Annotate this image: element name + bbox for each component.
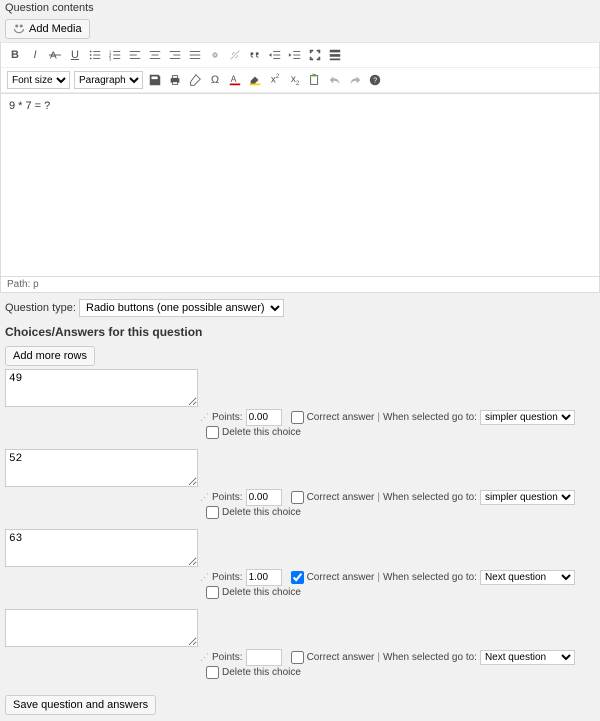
sub-icon[interactable]: x2: [286, 71, 304, 89]
paste-icon[interactable]: [306, 71, 324, 89]
delete-checkbox[interactable]: [206, 586, 219, 599]
choice-text[interactable]: [5, 449, 198, 487]
add-media-button[interactable]: Add Media: [5, 19, 90, 39]
add-media-label: Add Media: [29, 23, 82, 35]
delete-label: Delete this choice: [222, 507, 301, 518]
svg-text:?: ?: [373, 78, 377, 85]
qtype-select[interactable]: Radio buttons (one possible answer): [79, 299, 284, 317]
bold-icon[interactable]: B: [6, 46, 24, 64]
correct-checkbox[interactable]: [291, 571, 304, 584]
choices-heading: Choices/Answers for this question: [5, 325, 595, 339]
unlink-icon[interactable]: [226, 46, 244, 64]
text-color-icon[interactable]: A: [226, 71, 244, 89]
editor-toolbar: B I A U 123 Font size Paragraph Ω A: [0, 42, 600, 94]
ol-icon[interactable]: 123: [106, 46, 124, 64]
correct-label: Correct answer: [307, 412, 375, 423]
font-size-select[interactable]: Font size: [7, 71, 70, 89]
delete-label: Delete this choice: [222, 587, 301, 598]
points-input[interactable]: [246, 649, 282, 666]
svg-text:A: A: [50, 50, 57, 62]
points-label: Points:: [212, 572, 243, 583]
underline-icon[interactable]: U: [66, 46, 84, 64]
align-right-icon[interactable]: [166, 46, 184, 64]
goto-select[interactable]: Next question: [480, 650, 575, 665]
points-label: Points:: [212, 652, 243, 663]
goto-label: When selected go to:: [383, 572, 477, 583]
qtype-label: Question type:: [5, 302, 76, 314]
resize-handle-icon: ⋰: [200, 412, 209, 423]
choice-text[interactable]: [5, 529, 198, 567]
goto-select[interactable]: Next question: [480, 570, 575, 585]
choice-text[interactable]: [5, 369, 198, 407]
align-center-icon[interactable]: [146, 46, 164, 64]
section-label: Question contents: [5, 2, 600, 14]
add-rows-button[interactable]: Add more rows: [5, 346, 95, 366]
quote-icon[interactable]: [246, 46, 264, 64]
toolbar-toggle-icon[interactable]: [326, 46, 344, 64]
align-left-icon[interactable]: [126, 46, 144, 64]
indent-icon[interactable]: [286, 46, 304, 64]
resize-handle-icon: ⋰: [200, 572, 209, 583]
delete-checkbox[interactable]: [206, 506, 219, 519]
correct-checkbox[interactable]: [291, 651, 304, 664]
save-button[interactable]: Save question and answers: [5, 695, 156, 715]
svg-text:A: A: [231, 74, 237, 84]
block-format-select[interactable]: Paragraph: [74, 71, 143, 89]
editor-path: Path: p: [0, 277, 600, 293]
eraser-icon[interactable]: [186, 71, 204, 89]
bg-color-icon[interactable]: [246, 71, 264, 89]
correct-label: Correct answer: [307, 572, 375, 583]
delete-label: Delete this choice: [222, 667, 301, 678]
goto-label: When selected go to:: [383, 412, 477, 423]
editor-body[interactable]: 9 * 7 = ?: [0, 94, 600, 277]
correct-checkbox[interactable]: [291, 491, 304, 504]
correct-label: Correct answer: [307, 652, 375, 663]
correct-label: Correct answer: [307, 492, 375, 503]
correct-checkbox[interactable]: [291, 411, 304, 424]
redo-icon[interactable]: [346, 71, 364, 89]
sup-icon[interactable]: x2: [266, 71, 284, 89]
char-icon[interactable]: Ω: [206, 71, 224, 89]
delete-checkbox[interactable]: [206, 666, 219, 679]
fullscreen-icon[interactable]: [306, 46, 324, 64]
goto-select[interactable]: simpler question: [480, 490, 575, 505]
italic-icon[interactable]: I: [26, 46, 44, 64]
print-icon[interactable]: [166, 71, 184, 89]
points-label: Points:: [212, 412, 243, 423]
delete-label: Delete this choice: [222, 427, 301, 438]
outdent-icon[interactable]: [266, 46, 284, 64]
help-icon[interactable]: ?: [366, 71, 384, 89]
link-icon[interactable]: [206, 46, 224, 64]
points-input[interactable]: [246, 569, 282, 586]
points-input[interactable]: [246, 489, 282, 506]
strike-icon[interactable]: A: [46, 46, 64, 64]
resize-handle-icon: ⋰: [200, 492, 209, 503]
delete-checkbox[interactable]: [206, 426, 219, 439]
ul-icon[interactable]: [86, 46, 104, 64]
resize-handle-icon: ⋰: [200, 652, 209, 663]
goto-label: When selected go to:: [383, 492, 477, 503]
points-label: Points:: [212, 492, 243, 503]
save-icon[interactable]: [146, 71, 164, 89]
goto-label: When selected go to:: [383, 652, 477, 663]
choice-text[interactable]: [5, 609, 198, 647]
goto-select[interactable]: simpler question: [480, 410, 575, 425]
svg-text:3: 3: [109, 56, 112, 61]
points-input[interactable]: [246, 409, 282, 426]
undo-icon[interactable]: [326, 71, 344, 89]
align-justify-icon[interactable]: [186, 46, 204, 64]
